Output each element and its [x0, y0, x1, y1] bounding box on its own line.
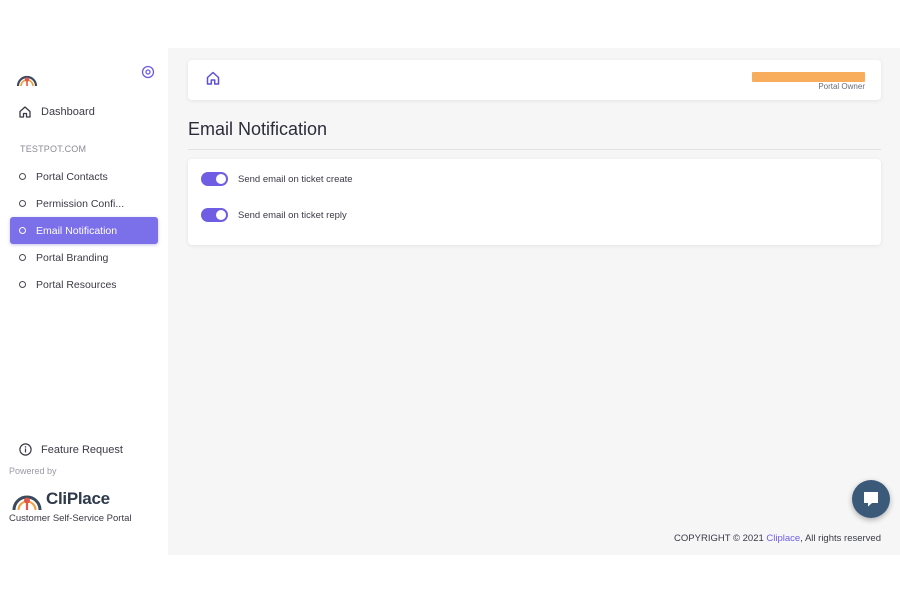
- sidebar-item-label: Dashboard: [41, 106, 95, 118]
- copyright-prefix: COPYRIGHT © 2021: [674, 533, 767, 544]
- setting-label: Send email on ticket reply: [238, 209, 347, 221]
- info-icon: [19, 443, 32, 456]
- sidebar-section-label: TESTPOT.COM: [20, 144, 87, 154]
- sidebar-item-label: Permission Confi...: [36, 197, 125, 210]
- divider: [188, 149, 881, 150]
- brand-logo: CliPlace: [12, 488, 110, 510]
- circle-icon: [19, 173, 26, 180]
- circle-icon: [19, 254, 26, 261]
- sidebar-item-portal-contacts[interactable]: Portal Contacts: [10, 163, 158, 190]
- setting-row-ticket-create: Send email on ticket create: [201, 172, 353, 186]
- circle-icon: [19, 200, 26, 207]
- settings-card: Send email on ticket create Send email o…: [188, 159, 881, 245]
- sidebar-item-label: Portal Resources: [36, 278, 117, 291]
- copyright-suffix: , All rights reserved: [800, 533, 881, 544]
- sidebar-item-label: Portal Contacts: [36, 170, 108, 183]
- brand-name: CliPlace: [46, 489, 110, 508]
- top-bar: Portal Owner: [188, 60, 881, 100]
- feature-request-label: Feature Request: [41, 443, 123, 456]
- app-shell: Dashboard TESTPOT.COM Portal Contacts Pe…: [0, 48, 900, 555]
- sidebar-item-label: Portal Branding: [36, 251, 109, 264]
- circle-icon: [19, 281, 26, 288]
- sidebar-item-permission-config[interactable]: Permission Confi...: [10, 190, 158, 217]
- sidebar-item-portal-resources[interactable]: Portal Resources: [10, 271, 158, 298]
- feature-request-link[interactable]: Feature Request: [19, 443, 123, 456]
- user-role: Portal Owner: [818, 82, 865, 91]
- sidebar-item-dashboard[interactable]: Dashboard: [18, 101, 95, 123]
- user-name-redacted[interactable]: [752, 72, 865, 82]
- sidebar-item-email-notification[interactable]: Email Notification: [10, 217, 158, 244]
- copyright-text: COPYRIGHT © 2021 Cliplace, All rights re…: [674, 533, 881, 544]
- ticket-reply-toggle[interactable]: [201, 208, 228, 222]
- cliplace-logo-icon: [12, 495, 42, 510]
- ticket-create-toggle[interactable]: [201, 172, 228, 186]
- brand-tagline: Customer Self-Service Portal: [9, 513, 132, 524]
- home-icon: [19, 106, 31, 118]
- page-title: Email Notification: [188, 119, 328, 139]
- collapse-sidebar-icon[interactable]: [141, 65, 155, 79]
- sidebar: Dashboard TESTPOT.COM Portal Contacts Pe…: [0, 48, 168, 555]
- cliplace-logo-icon[interactable]: [16, 70, 38, 86]
- sidebar-item-label: Email Notification: [36, 224, 118, 237]
- main-content: Portal Owner Email Notification Send ema…: [168, 48, 900, 555]
- home-icon[interactable]: [205, 70, 221, 86]
- setting-row-ticket-reply: Send email on ticket reply: [201, 208, 347, 222]
- sidebar-nav: Portal Contacts Permission Confi... Emai…: [10, 163, 158, 298]
- sidebar-item-portal-branding[interactable]: Portal Branding: [10, 244, 158, 271]
- circle-icon: [19, 227, 26, 234]
- chat-bubble-icon: [864, 492, 878, 507]
- cliplace-link[interactable]: Cliplace: [766, 533, 800, 544]
- powered-by-text: Powered by: [9, 466, 57, 476]
- chat-button[interactable]: [852, 480, 890, 518]
- setting-label: Send email on ticket create: [238, 173, 353, 185]
